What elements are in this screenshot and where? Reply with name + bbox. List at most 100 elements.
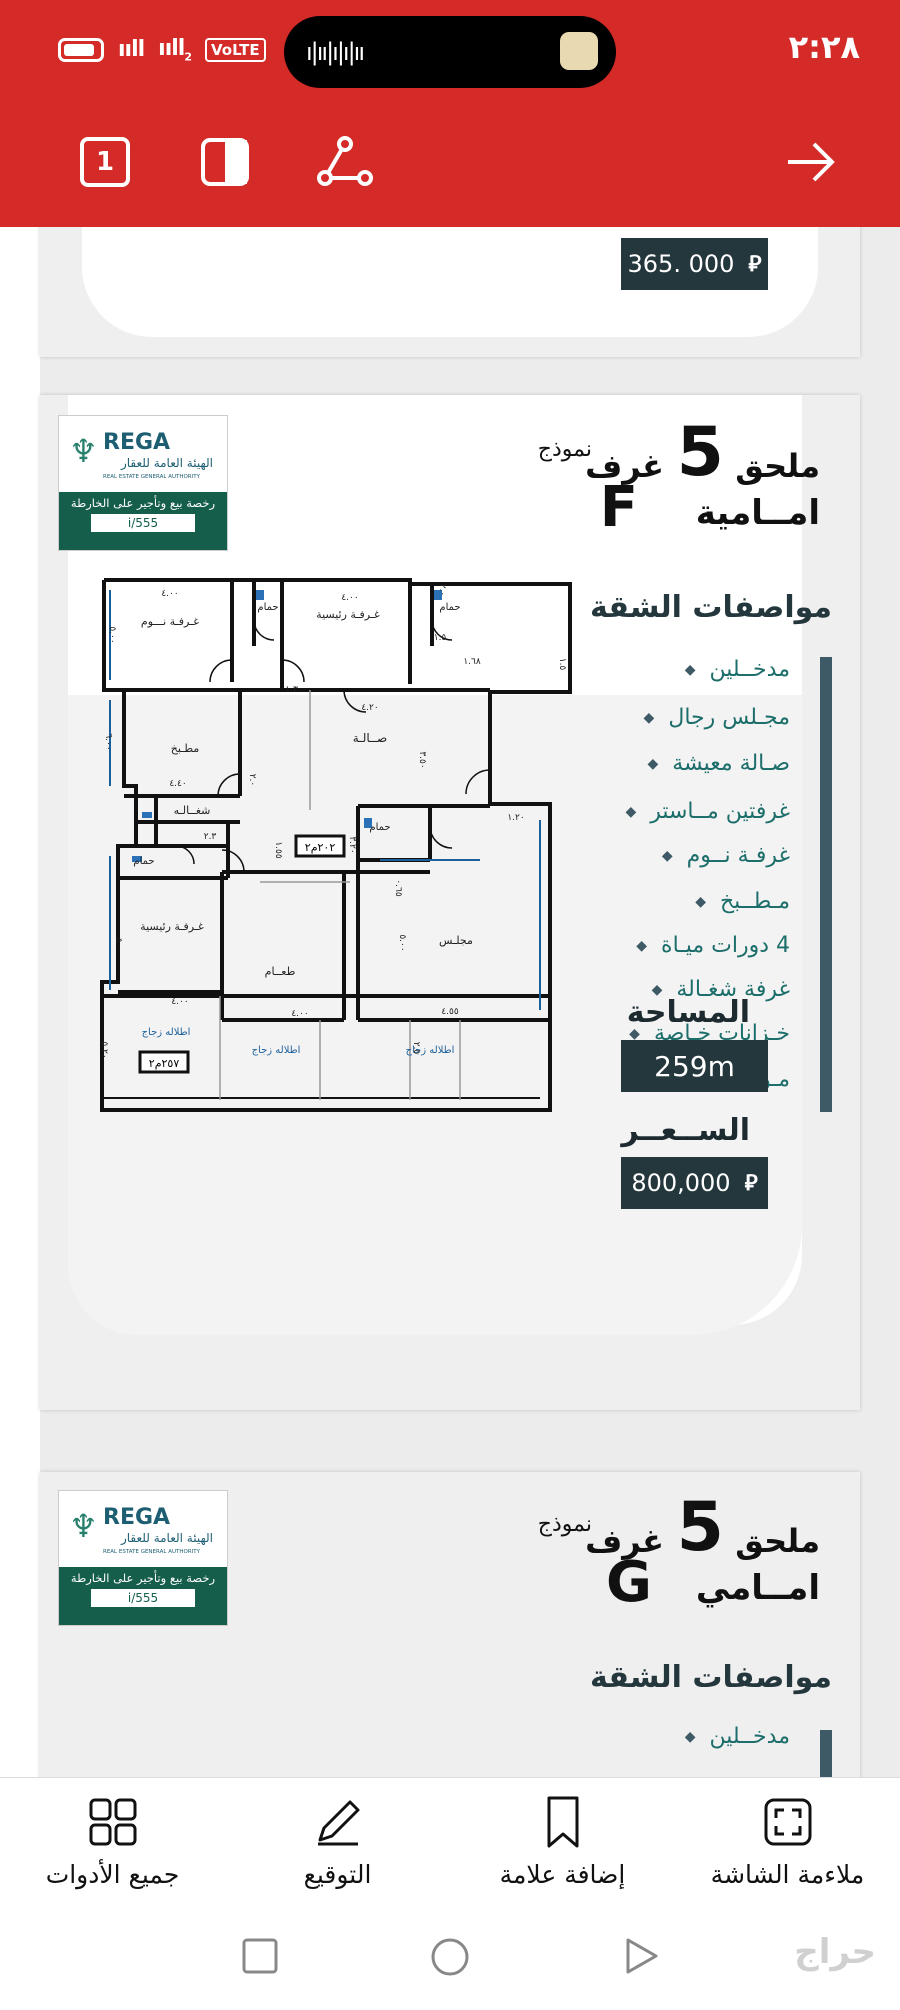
area-inner: ٢٠٢م٢ [305, 841, 336, 854]
area-tag-outer: ٢٥٧م٢ [138, 1050, 190, 1074]
room-bath-2: حمام [439, 602, 460, 613]
dimension-label: ١.٢٠ [507, 813, 524, 823]
bullet-icon: ◆ [625, 803, 637, 820]
room-maid: شغــالـه [174, 804, 211, 817]
spec-item: مدخــلين ◆ [685, 657, 790, 682]
dimension-label: ٤.٠٠ [171, 997, 188, 1007]
price-value: 800,000 [631, 1169, 731, 1197]
fit-screen-button[interactable]: ملاءمة الشاشة [675, 1778, 900, 1903]
area-box: 259m [621, 1040, 768, 1092]
signal-icon: ııll [118, 37, 145, 63]
spec-text-g: مدخــلين [709, 1724, 791, 1749]
dimension-label: ١.٣٠ [285, 685, 302, 695]
share-button[interactable] [310, 127, 380, 197]
dimension-label: ٥.٠٠ [107, 626, 117, 643]
dimension-label: ١.٦٨ [463, 657, 481, 667]
dimension-label: ١.٥٥ [273, 841, 283, 859]
room-master-2: غـرفـة رئيسية [140, 920, 204, 933]
license-number: i/555 [91, 514, 195, 532]
spec-text: غرفـة نــوم [686, 843, 790, 868]
spec-text: مدخــلين [709, 657, 791, 682]
signature-button[interactable]: التوقيع [225, 1778, 450, 1903]
bullet-icon: ◆ [695, 893, 706, 910]
spec-text: 4 دورات ميـاة [661, 933, 790, 958]
room-dining: طعــام [265, 965, 296, 978]
license-text: رخصة بيع وتأجير على الخارطة [70, 1571, 216, 1585]
signal-icon-2: ııll2 [158, 36, 192, 64]
license-text: رخصة بيع وتأجير على الخارطة [70, 496, 216, 510]
dimension-label: ٢.٥ [411, 1042, 421, 1055]
riyal-icon: ⃁ [748, 252, 762, 277]
specs-bar [820, 657, 832, 1112]
dynamic-island: ı|ıı|ı|ı|ıı [284, 16, 616, 88]
dimension-label: ٥.٠ [113, 938, 123, 951]
palm-icon: ♆ [69, 432, 98, 470]
dimension-label: ٦.٠٠ [103, 733, 113, 750]
floor-plan: غـرفـة نـــوم غـرفـة رئيسية حمام حمام صـ… [99, 578, 572, 1112]
bullet-icon: ◆ [684, 661, 696, 678]
dimension-label: ٤.٠٠ [291, 1009, 308, 1019]
spec-text: غرفتين مــاستر [650, 799, 790, 824]
palm-icon: ♆ [69, 1507, 98, 1545]
forward-button[interactable] [776, 127, 846, 197]
room-majlis: مجلـس [439, 934, 473, 947]
haraj-watermark: حراج [794, 1932, 876, 1972]
spec-item: غرفـة نــوم ◆ [662, 843, 790, 868]
spec-item: مـطــبخ ◆ [695, 889, 790, 914]
add-bookmark-button[interactable]: إضافة علامة [450, 1778, 675, 1903]
spec-text: مـطــبخ [719, 889, 790, 914]
title-line2-g: امــامي [695, 1568, 820, 1608]
document-viewport[interactable]: 365. 000 ⃁ ♆ REGA الهيئة العامة للعقار R… [0, 227, 900, 1777]
logo-brand: REGA [103, 1505, 171, 1530]
model-word-g: نموذج [537, 1512, 592, 1537]
price-box-prev: 365. 000 ⃁ [621, 238, 768, 290]
specs-title: مواصفات الشقة [590, 590, 832, 625]
room-master-1: غـرفـة رئيسية [316, 608, 380, 621]
back-button[interactable] [620, 1934, 662, 1978]
dimension-label: ٤.٠٠ [341, 593, 358, 603]
dimension-label: ٤.٥٥ [441, 1007, 459, 1017]
signature-label: التوقيع [303, 1860, 372, 1889]
logo-arabic-name: الهيئة العامة للعقار [120, 456, 213, 470]
recents-button[interactable] [240, 1936, 280, 1976]
dimension-label: ٤.٠٠ [161, 589, 178, 599]
bullet-icon: ◆ [636, 937, 648, 954]
dimension-label: ٢.٠ [437, 584, 447, 597]
dimension-label: ٤.٤٠ [169, 779, 186, 789]
spec-text: صـالة معيشة [672, 751, 790, 776]
model-word: نموذج [537, 437, 592, 462]
viewport-edge [0, 227, 40, 1777]
document-page-g: ♆ REGA الهيئة العامة للعقار REAL ESTATE … [40, 1472, 860, 1777]
home-button[interactable] [429, 1936, 471, 1978]
dimension-label: ٢.٣ [204, 832, 217, 842]
logo-english-name: REAL ESTATE GENERAL AUTHORITY [103, 1549, 200, 1555]
dimension-label: ١.٥ [557, 658, 567, 671]
audio-wave-icon: ı|ıı|ı|ı|ıı [306, 38, 365, 66]
share-icon [317, 136, 373, 186]
specs-bar-g [820, 1730, 832, 1777]
specs-title-g: مواصفات الشقة [590, 1660, 832, 1695]
page-number-button[interactable]: 1 [70, 127, 140, 197]
document-page-f: ♆ REGA الهيئة العامة للعقار REAL ESTATE … [40, 395, 860, 1410]
status-icons: ııll ııll2 VoLTE [58, 36, 266, 63]
page-number: 1 [80, 137, 130, 187]
title-line1-g: ملحق [735, 1522, 820, 1560]
logo-arabic-name: الهيئة العامة للعقار [120, 1531, 213, 1545]
room-bath-1: حمام [257, 602, 278, 613]
area-value: 259m [654, 1049, 735, 1083]
room-hall: صــالـة [353, 731, 387, 745]
logo-brand: REGA [103, 430, 171, 455]
room-bath-4: حمام [369, 822, 390, 833]
status-time: ٢:٢٨ [788, 28, 860, 66]
rooms-number-g: 5 [676, 1488, 724, 1567]
title-line2: امــامية [695, 493, 820, 533]
spec-item: صـالة معيشة ◆ [647, 751, 790, 776]
riyal-icon: ⃁ [744, 1171, 758, 1196]
price-box: 800,000 ⃁ [621, 1157, 768, 1209]
room-balcony-2: اطلاله زجاج [252, 1045, 301, 1056]
grid-icon [89, 1798, 136, 1846]
spec-item-g: مدخــلين ◆ [685, 1724, 790, 1749]
bullet-icon: ◆ [643, 709, 655, 726]
single-page-view-button[interactable] [190, 127, 260, 197]
all-tools-button[interactable]: جميع الأدوات [0, 1778, 225, 1903]
